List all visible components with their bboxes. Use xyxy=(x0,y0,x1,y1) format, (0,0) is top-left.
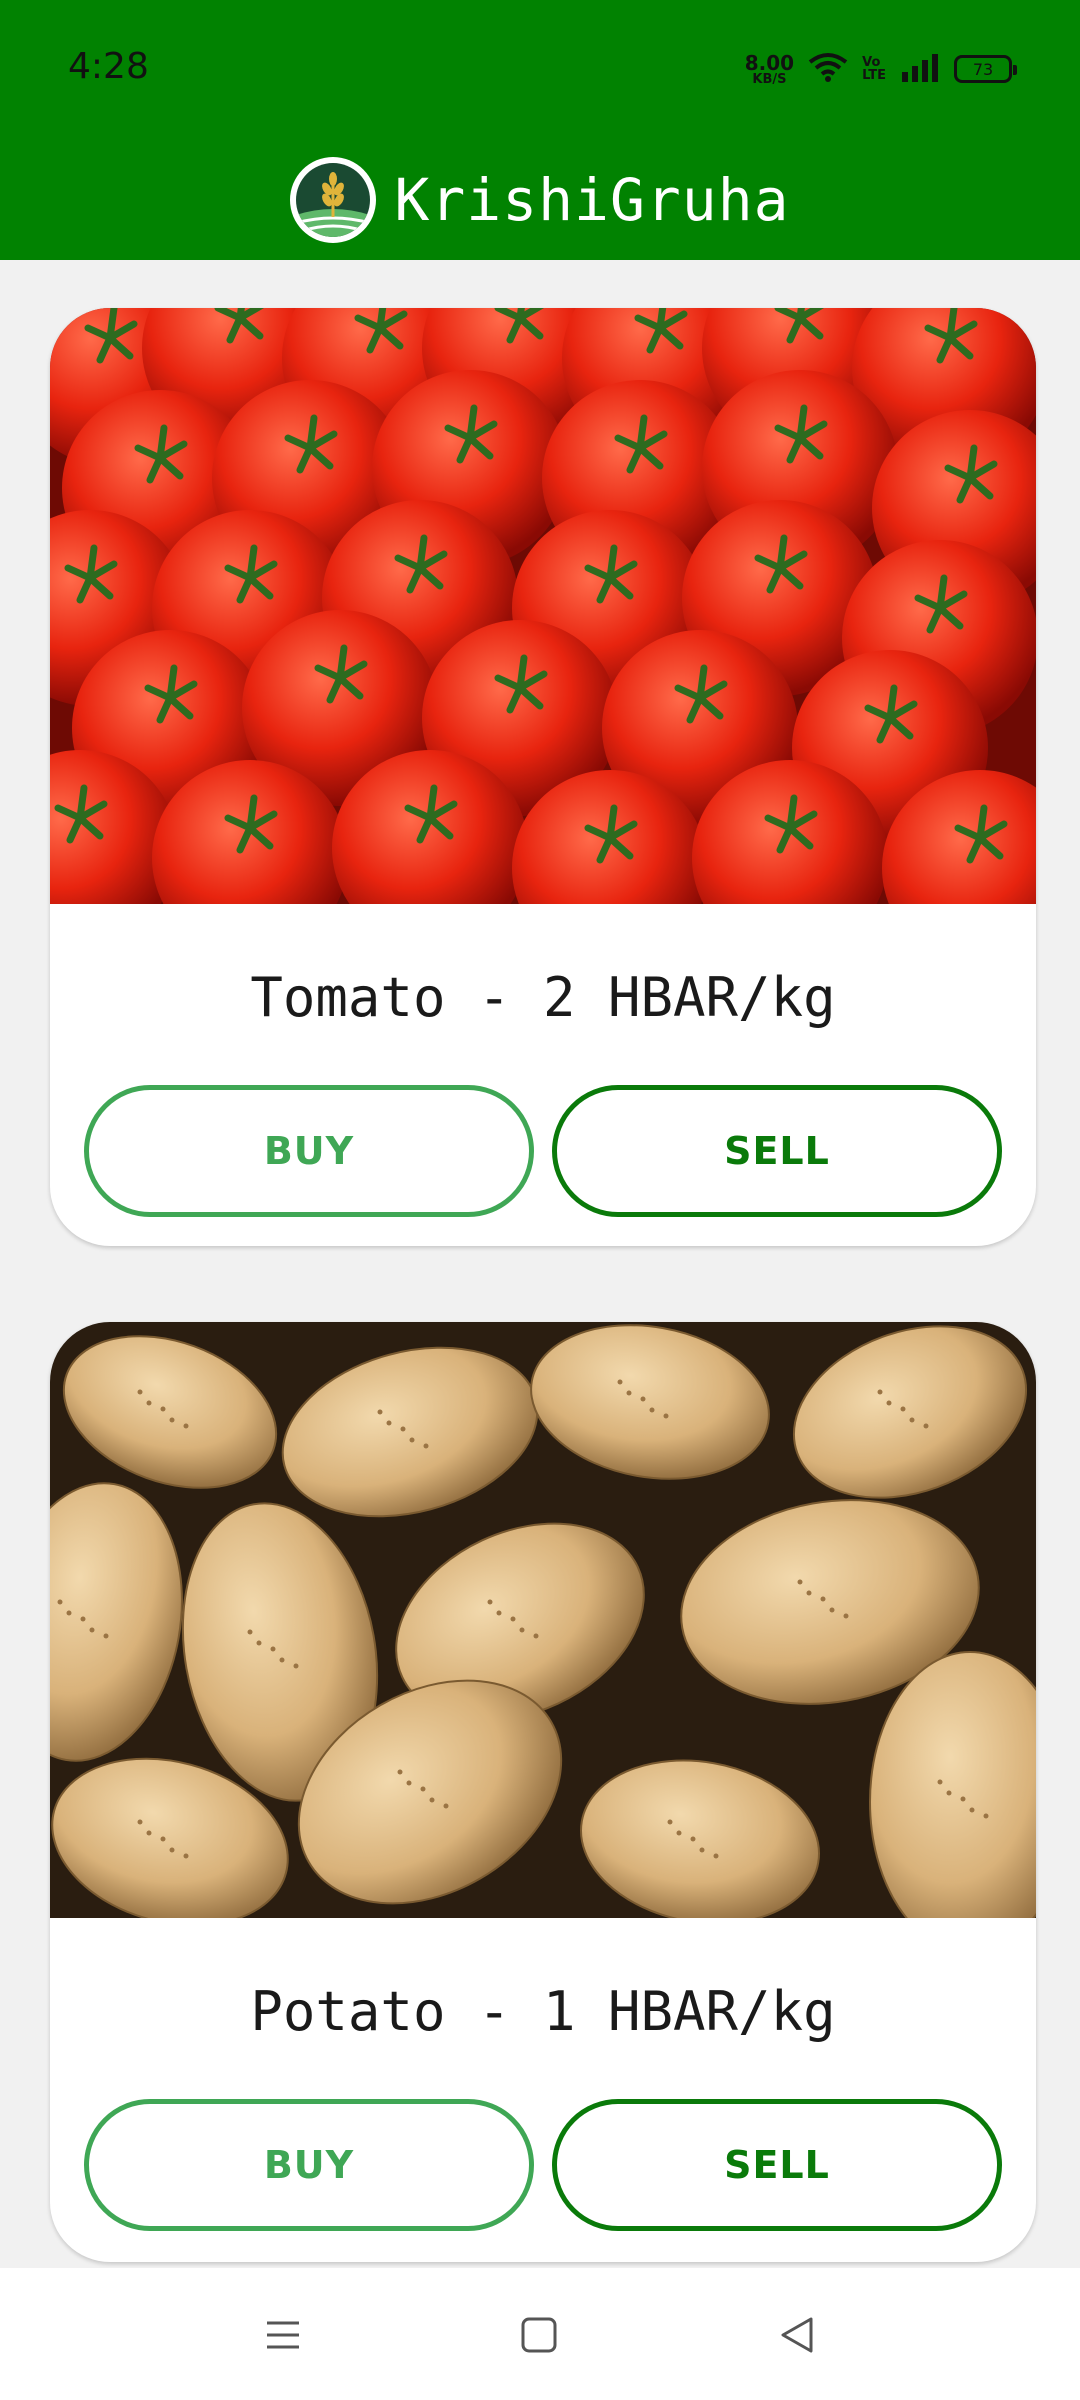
product-title: Tomato - 2 HBAR/kg xyxy=(250,966,836,1029)
net-speed: 8.00 KB/S xyxy=(745,53,794,86)
product-title: Potato - 1 HBAR/kg xyxy=(250,1980,836,2043)
battery-icon: 73 xyxy=(954,55,1017,83)
potato-image xyxy=(50,1322,1036,1953)
wifi-icon xyxy=(808,52,848,87)
tomato-image xyxy=(50,308,1036,966)
app-title: KrishiGruha xyxy=(394,166,790,234)
product-card-tomato: Tomato - 2 HBAR/kg BUY SELL xyxy=(50,308,1036,1246)
buy-button[interactable]: BUY xyxy=(84,1085,534,1217)
sell-button[interactable]: SELL xyxy=(552,1085,1002,1217)
home-square-icon[interactable] xyxy=(504,2300,574,2370)
battery-level: 73 xyxy=(972,59,994,79)
status-time: 4:28 xyxy=(68,46,149,87)
app-bar: KrishiGruha xyxy=(0,140,1080,260)
status-icons: 8.00 KB/S Vo LTE 73 xyxy=(745,48,1017,90)
buy-button[interactable]: BUY xyxy=(84,2099,534,2231)
system-nav-bar xyxy=(0,2268,1080,2400)
status-bar: 4:28 8.00 KB/S Vo LTE 73 xyxy=(0,0,1080,140)
net-speed-value: 8.00 xyxy=(744,50,795,75)
wheat-logo-icon xyxy=(290,157,377,243)
volte-bottom: LTE xyxy=(862,68,886,83)
sell-button[interactable]: SELL xyxy=(552,2099,1002,2231)
back-triangle-icon[interactable] xyxy=(762,2300,832,2370)
net-speed-unit: KB/S xyxy=(752,71,787,87)
menu-icon[interactable] xyxy=(248,2300,318,2370)
volte-indicator: Vo LTE xyxy=(862,56,886,82)
signal-icon xyxy=(900,52,940,87)
product-card-potato: Potato - 1 HBAR/kg BUY SELL xyxy=(50,1322,1036,2262)
